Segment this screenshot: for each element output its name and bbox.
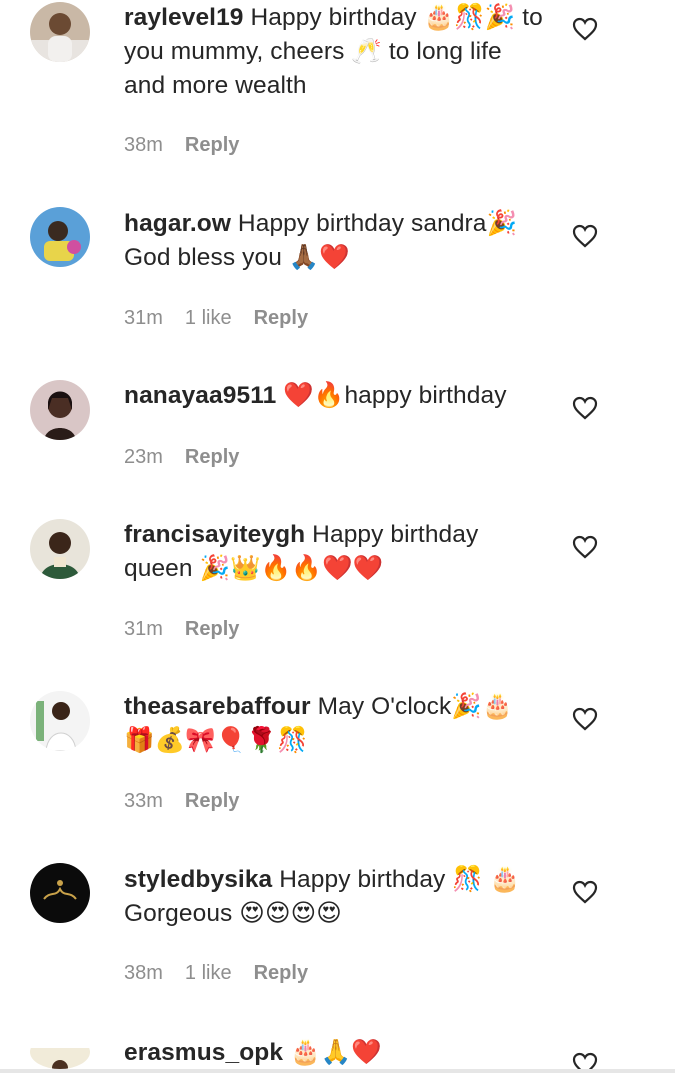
avatar[interactable]	[30, 2, 90, 62]
like-count[interactable]: 1 like	[185, 962, 232, 984]
comment-username[interactable]: francisayiteygh	[124, 521, 305, 548]
avatar[interactable]	[30, 1035, 90, 1069]
comment-meta: 31m Reply	[124, 618, 261, 641]
like-heart-icon[interactable]	[572, 224, 598, 248]
comment-username[interactable]: erasmus_opk	[124, 1039, 283, 1066]
reply-button[interactable]: Reply	[185, 790, 239, 812]
comment-time: 23m	[124, 446, 163, 468]
comment-time: 31m	[124, 307, 163, 329]
comment-text: francisayiteygh Happy birthday queen 🎉👑🔥…	[124, 518, 544, 586]
like-heart-icon[interactable]	[572, 535, 598, 559]
comment-meta: 31m 1 like Reply	[124, 307, 330, 330]
comment-text: theasarebaffour May O'clock🎉🎂 🎁💰🎀🎈🌹🎊	[124, 690, 544, 758]
like-heart-icon[interactable]	[572, 1052, 598, 1069]
comment-username[interactable]: nanayaa9511	[124, 382, 276, 409]
avatar[interactable]	[30, 691, 90, 751]
bottom-divider	[0, 1069, 675, 1073]
like-heart-icon[interactable]	[572, 396, 598, 420]
comment-text: hagar.ow Happy birthday sandra🎉 God bles…	[124, 207, 544, 275]
comment-meta: 38m Reply	[124, 134, 261, 157]
comment-time: 38m	[124, 134, 163, 156]
reply-button[interactable]: Reply	[185, 446, 239, 468]
comment-time: 31m	[124, 618, 163, 640]
comment-username[interactable]: hagar.ow	[124, 210, 231, 237]
avatar[interactable]	[30, 863, 90, 923]
comment-username[interactable]: raylevel19	[124, 4, 244, 31]
comment-time: 33m	[124, 790, 163, 812]
comment-text: raylevel19 Happy birthday 🎂🎊🎉 to you mum…	[124, 1, 544, 103]
comment-body: 🎂🙏❤️	[290, 1039, 382, 1066]
comment-text: nanayaa9511 ❤️🔥happy birthday	[124, 379, 544, 413]
reply-button[interactable]: Reply	[254, 962, 308, 984]
avatar[interactable]	[30, 380, 90, 440]
comment-username[interactable]: theasarebaffour	[124, 693, 311, 720]
comment-meta: 23m Reply	[124, 446, 261, 469]
like-count[interactable]: 1 like	[185, 307, 232, 329]
comment-meta: 38m 1 like Reply	[124, 962, 330, 985]
like-heart-icon[interactable]	[572, 880, 598, 904]
comment-text: erasmus_opk 🎂🙏❤️	[124, 1036, 544, 1070]
comment-meta: 33m Reply	[124, 790, 261, 813]
reply-button[interactable]: Reply	[185, 134, 239, 156]
comment-time: 38m	[124, 962, 163, 984]
comment-username[interactable]: styledbysika	[124, 866, 272, 893]
like-heart-icon[interactable]	[572, 707, 598, 731]
comment-text: styledbysika Happy birthday 🎊 🎂 Gorgeous…	[124, 863, 544, 931]
reply-button[interactable]: Reply	[185, 618, 239, 640]
comment-body: ❤️🔥happy birthday	[283, 382, 507, 409]
like-heart-icon[interactable]	[572, 17, 598, 41]
reply-button[interactable]: Reply	[254, 307, 308, 329]
avatar[interactable]	[30, 519, 90, 579]
avatar[interactable]	[30, 207, 90, 267]
